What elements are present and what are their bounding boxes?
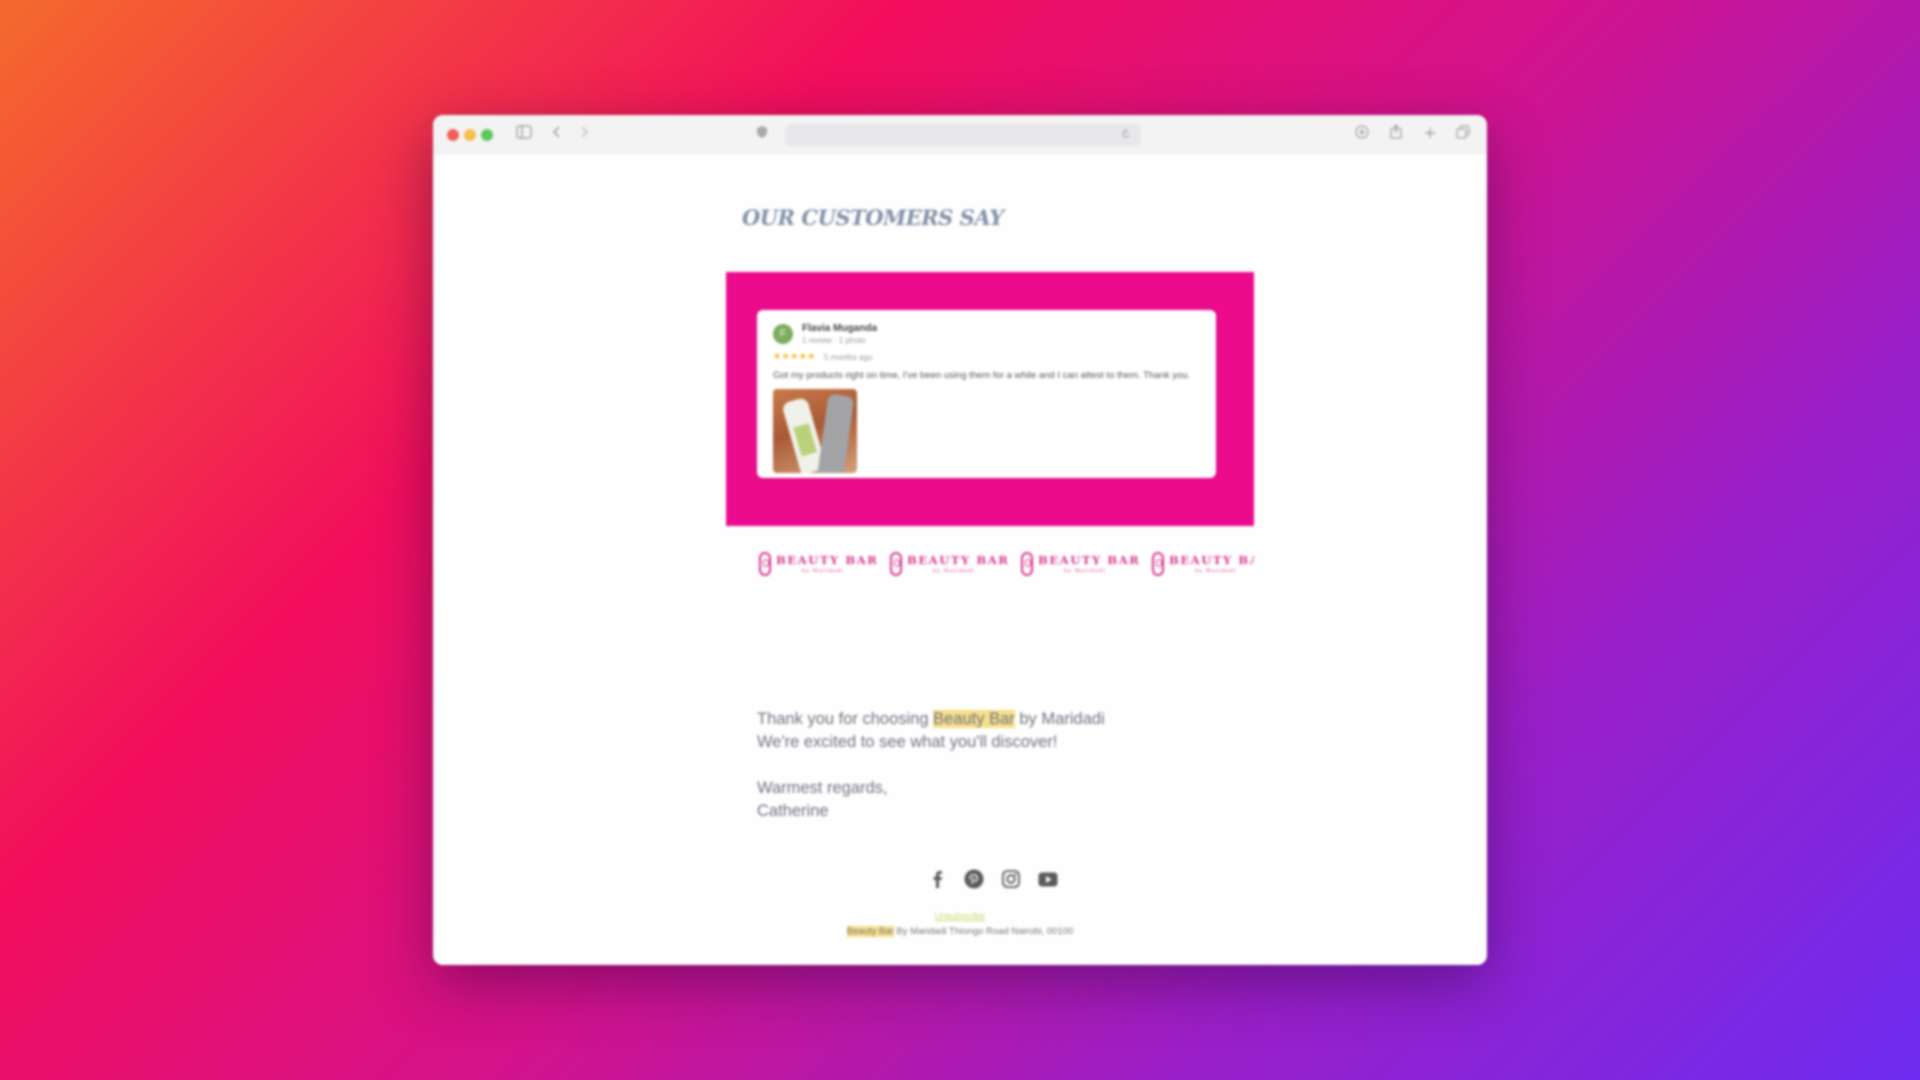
review-card[interactable]: F Flavia Muganda 1 review · 1 photo ★★★★…: [757, 310, 1216, 478]
tabs-overview-icon[interactable]: [1452, 124, 1474, 146]
share-icon[interactable]: [1385, 124, 1407, 146]
download-icon[interactable]: [1351, 124, 1373, 146]
reload-icon[interactable]: [1121, 128, 1131, 142]
chevron-right-icon[interactable]: [573, 124, 595, 146]
sidebar-icon[interactable]: [513, 124, 535, 146]
social-links: [924, 866, 1059, 894]
minimize-window-button[interactable]: [464, 129, 476, 141]
instagram-icon[interactable]: [998, 866, 1024, 892]
facebook-icon[interactable]: [924, 866, 950, 892]
pinterest-icon[interactable]: [961, 866, 987, 892]
plus-icon[interactable]: [1419, 124, 1441, 146]
brand-logo: BEAUTY BAR by Maridadi: [759, 552, 883, 580]
chevron-left-icon[interactable]: [546, 124, 568, 146]
section-title: OUR CUSTOMERS SAY: [742, 205, 1004, 230]
review-photo[interactable]: [773, 389, 857, 473]
review-date: 5 months ago: [824, 353, 873, 362]
reviewer-meta: 1 review · 1 photo: [802, 336, 866, 345]
reviewer-name: Flavia Muganda: [802, 323, 878, 334]
testimonial-panel: F Flavia Muganda 1 review · 1 photo ★★★★…: [726, 272, 1254, 526]
unsubscribe-link[interactable]: Unsubscribe: [433, 911, 1487, 921]
address-bar[interactable]: [785, 124, 1141, 146]
browser-window: OUR CUSTOMERS SAY F Flavia Muganda 1 rev…: [433, 115, 1487, 965]
message-line-2: We're excited to see what you'll discove…: [757, 733, 1058, 751]
footer-address: Beauty Bar By Maridadi Thiongo Road Nair…: [846, 926, 1074, 937]
brand-highlight: Beauty Bar: [933, 710, 1015, 728]
message-line-1: Thank you for choosing Beauty Bar by Mar…: [757, 710, 1105, 728]
youtube-icon[interactable]: [1035, 866, 1061, 892]
browser-toolbar: [433, 115, 1487, 156]
review-text: Got my products right on time, I've been…: [773, 370, 1191, 381]
close-window-button[interactable]: [447, 129, 459, 141]
reviewer-avatar: F: [773, 324, 793, 344]
zoom-window-button[interactable]: [481, 129, 493, 141]
brand-logo-strip: BEAUTY BAR by Maridadi BEAUTY BAR by Mar…: [759, 540, 1254, 590]
brand-logo: BEAUTY BAR by Maridadi: [890, 552, 1014, 580]
email-content: OUR CUSTOMERS SAY F Flavia Muganda 1 rev…: [433, 155, 1487, 965]
footer-brand-highlight: Beauty Bar: [846, 926, 894, 937]
signoff: Warmest regards,: [757, 779, 888, 797]
brand-logo: BEAUTY BAR by Maridadi: [1021, 552, 1145, 580]
shield-icon[interactable]: [751, 124, 773, 146]
closing-message: Thank you for choosing Beauty Bar by Mar…: [757, 708, 1105, 823]
signature: Catherine: [757, 802, 829, 820]
rating-stars: ★★★★★: [773, 351, 816, 361]
brand-logo: BEAUTY BAR by Maridadi: [1152, 552, 1254, 580]
